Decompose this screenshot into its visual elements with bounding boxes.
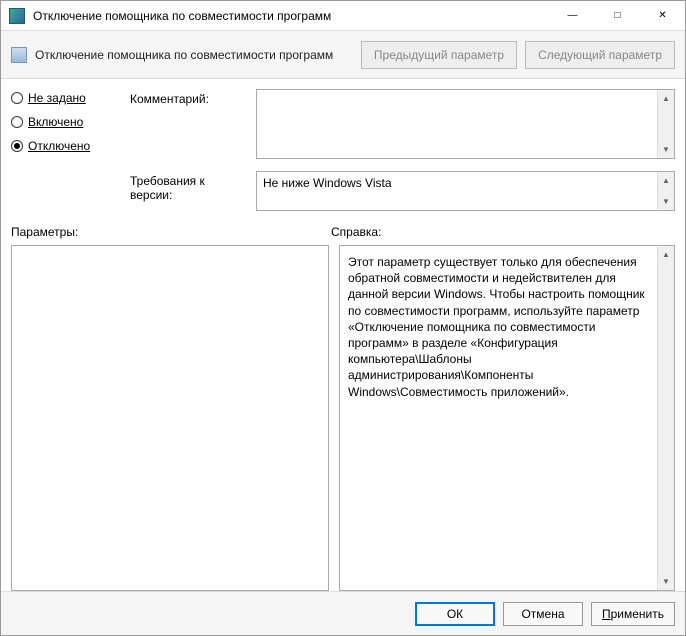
app-icon [9, 8, 25, 24]
scrollbar[interactable]: ▲ ▼ [657, 172, 674, 210]
window-title: Отключение помощника по совместимости пр… [33, 9, 550, 23]
previous-setting-button[interactable]: Предыдущий параметр [361, 41, 517, 69]
close-button[interactable]: ✕ [640, 1, 685, 30]
scroll-up-icon[interactable]: ▲ [658, 90, 674, 107]
maximize-button[interactable]: □ [595, 1, 640, 30]
scroll-up-icon[interactable]: ▲ [658, 246, 674, 263]
help-pane: Этот параметр существует только для обес… [339, 245, 675, 591]
subheader: Отключение помощника по совместимости пр… [1, 31, 685, 79]
content-area: Не задано Включено Отключено Комментарий… [1, 79, 685, 591]
policy-title: Отключение помощника по совместимости пр… [35, 48, 353, 62]
radio-label: Отключено [28, 139, 90, 153]
radio-icon [11, 92, 23, 104]
apply-button[interactable]: Применить [591, 602, 675, 626]
panes: Этот параметр существует только для обес… [11, 245, 675, 591]
minimize-button[interactable]: — [550, 1, 595, 30]
titlebar: Отключение помощника по совместимости пр… [1, 1, 685, 31]
version-value: Не ниже Windows Vista [257, 172, 674, 194]
comment-textbox[interactable]: ▲ ▼ [256, 89, 675, 159]
state-radio-group: Не задано Включено Отключено [11, 89, 116, 211]
help-label: Справка: [331, 225, 675, 239]
policy-icon [11, 47, 27, 63]
radio-label: Включено [28, 115, 83, 129]
top-row: Не задано Включено Отключено Комментарий… [11, 89, 675, 211]
scrollbar[interactable]: ▲ ▼ [657, 90, 674, 158]
radio-label: Не задано [28, 91, 86, 105]
help-text: Этот параметр существует только для обес… [340, 246, 674, 408]
scroll-up-icon[interactable]: ▲ [658, 172, 674, 189]
scroll-down-icon[interactable]: ▼ [658, 193, 674, 210]
scrollbar[interactable]: ▲ ▼ [657, 246, 674, 590]
parameters-pane [11, 245, 329, 591]
radio-icon [11, 116, 23, 128]
scroll-down-icon[interactable]: ▼ [658, 573, 674, 590]
fields: Комментарий: ▲ ▼ Требования к версии: Не… [130, 89, 675, 211]
comment-label: Комментарий: [130, 89, 250, 106]
radio-disabled[interactable]: Отключено [11, 139, 116, 153]
radio-icon [11, 140, 23, 152]
radio-enabled[interactable]: Включено [11, 115, 116, 129]
scroll-down-icon[interactable]: ▼ [658, 141, 674, 158]
ok-button[interactable]: ОК [415, 602, 495, 626]
footer: ОК Отмена Применить [1, 591, 685, 635]
cancel-button[interactable]: Отмена [503, 602, 583, 626]
version-label: Требования к версии: [130, 171, 250, 202]
parameters-label: Параметры: [11, 225, 331, 239]
version-textbox: Не ниже Windows Vista ▲ ▼ [256, 171, 675, 211]
next-setting-button[interactable]: Следующий параметр [525, 41, 675, 69]
pane-labels: Параметры: Справка: [11, 225, 675, 239]
radio-not-configured[interactable]: Не задано [11, 91, 116, 105]
